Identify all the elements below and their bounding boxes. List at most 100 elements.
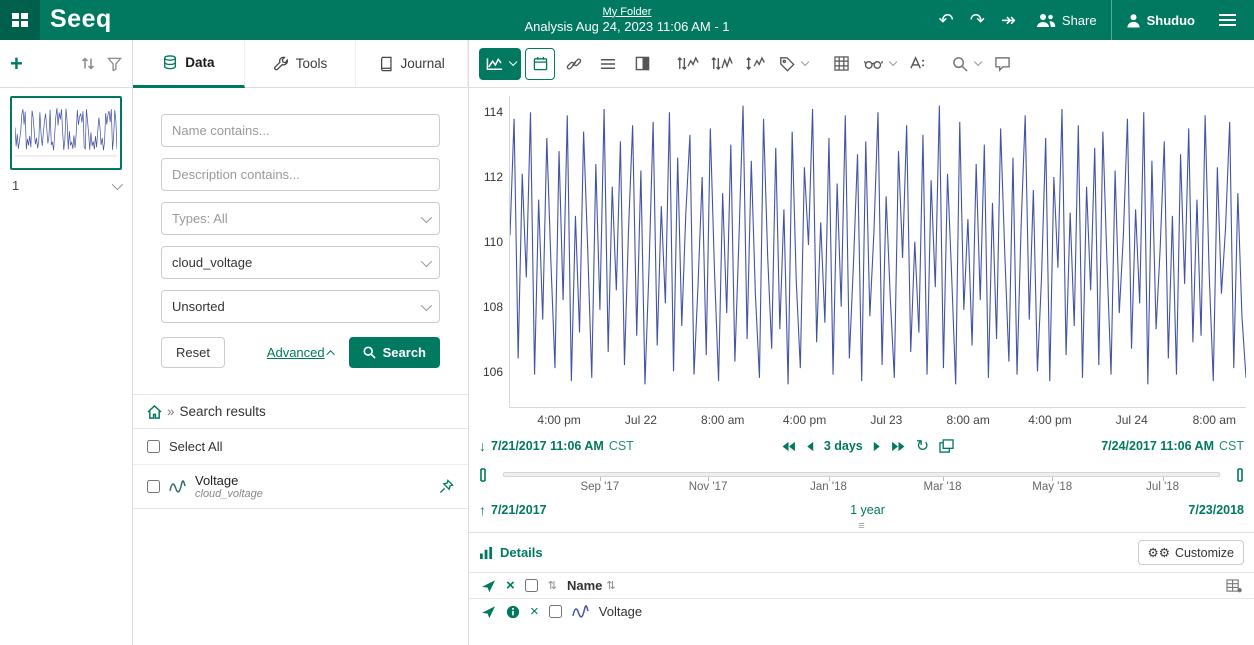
apps-grid-icon: [11, 11, 29, 29]
breadcrumb[interactable]: My Folder: [603, 6, 652, 19]
compare-view-button[interactable]: [627, 48, 657, 80]
reorder-worksheets-icon[interactable]: [81, 56, 95, 71]
zoom-button[interactable]: [948, 48, 983, 80]
trend-chart[interactable]: 106108110112114 4:00 pmJul 228:00 am4:00…: [469, 88, 1254, 430]
user-menu[interactable]: Shuduo: [1116, 0, 1205, 40]
name-column-header[interactable]: Name: [567, 578, 602, 593]
timeline-track[interactable]: [503, 472, 1220, 477]
sort-select-value: Unsorted: [172, 299, 225, 314]
investigate-icon[interactable]: [481, 605, 496, 619]
hamburger-menu-button[interactable]: [1209, 6, 1246, 34]
worksheet-sidebar: + 1: [0, 40, 133, 645]
chevron-down-icon: [509, 57, 517, 65]
step-forward-icon[interactable]: [873, 441, 881, 452]
share-button[interactable]: Share: [1026, 0, 1107, 40]
range-start-value[interactable]: 7/21/2017 11:06 AM: [491, 439, 604, 453]
advanced-link[interactable]: Advanced: [267, 345, 335, 360]
sort-icon[interactable]: ⇅: [606, 579, 615, 592]
undo-button[interactable]: ↶: [933, 7, 960, 33]
x-axis[interactable]: 4:00 pmJul 228:00 am4:00 pmJul 238:00 am…: [509, 408, 1246, 430]
add-worksheet-button[interactable]: +: [10, 54, 23, 74]
one-axis-button[interactable]: [707, 48, 737, 80]
calendar-button[interactable]: [525, 48, 555, 80]
chevron-down-icon: [421, 299, 432, 310]
asset-select[interactable]: cloud_voltage: [161, 246, 440, 279]
range-end-value[interactable]: 7/24/2017 11:06 AM: [1101, 439, 1214, 453]
list-item[interactable]: Voltage cloud_voltage: [133, 465, 468, 509]
filter-worksheets-icon[interactable]: [107, 57, 122, 71]
types-select[interactable]: Types: All: [161, 202, 440, 235]
search-results-header: » Search results: [133, 394, 468, 429]
labels-button[interactable]: [902, 48, 932, 80]
select-all-label: Select All: [169, 439, 222, 454]
header-checkbox[interactable]: [525, 579, 538, 592]
description-contains-input[interactable]: [161, 158, 440, 191]
refresh-icon[interactable]: ↻: [916, 436, 929, 456]
redo-button[interactable]: ↷: [964, 7, 991, 33]
select-all-checkbox[interactable]: [147, 440, 160, 453]
customize-button[interactable]: ⚙⚙ Customize: [1138, 540, 1244, 565]
tag-button[interactable]: [775, 48, 810, 80]
range-duration[interactable]: 3 days: [824, 439, 863, 453]
y-axis[interactable]: 106108110112114: [475, 96, 509, 408]
trend-toolbar: [469, 40, 1254, 88]
info-icon[interactable]: [506, 605, 520, 619]
labels-icon: [909, 56, 925, 71]
trend-panel: 106108110112114 4:00 pmJul 228:00 am4:00…: [469, 40, 1254, 645]
trend-view-button[interactable]: [479, 48, 521, 80]
chevron-down-icon[interactable]: [112, 178, 123, 189]
item-checkbox[interactable]: [147, 480, 160, 493]
sort-select[interactable]: Unsorted: [161, 290, 440, 323]
user-name: Shuduo: [1147, 13, 1195, 28]
investigate-duration[interactable]: 1 year: [547, 503, 1189, 517]
name-contains-input[interactable]: [161, 114, 440, 147]
step-back-icon[interactable]: [806, 441, 814, 452]
item-name: Voltage: [195, 473, 263, 488]
home-icon[interactable]: [147, 405, 162, 419]
dimming-button[interactable]: [860, 48, 898, 80]
step-back-full-icon[interactable]: [781, 441, 796, 452]
types-select-value: Types: All: [172, 211, 228, 226]
wrench-icon: [273, 56, 289, 72]
plot-area[interactable]: [509, 96, 1246, 408]
search-button[interactable]: Search: [349, 337, 440, 368]
chevron-down-icon: [421, 211, 432, 222]
table-row[interactable]: × Voltage: [469, 599, 1254, 624]
user-icon: [1126, 13, 1141, 28]
arrow-up-icon[interactable]: ↑: [479, 502, 486, 518]
arrow-down-icon[interactable]: ↓: [479, 438, 486, 454]
item-subtitle: cloud_voltage: [195, 488, 263, 500]
annotate-button[interactable]: [987, 48, 1017, 80]
trend-icon: [486, 57, 503, 71]
glasses-icon: [864, 58, 883, 70]
reset-button[interactable]: Reset: [161, 337, 225, 368]
tab-tools[interactable]: Tools: [245, 40, 357, 88]
details-list-button[interactable]: [593, 48, 623, 80]
investigate-start[interactable]: 7/21/2017: [491, 503, 547, 517]
worksheet-thumbnail[interactable]: [10, 96, 122, 170]
timeline-right-handle-icon[interactable]: [1228, 468, 1244, 482]
chevron-down-icon: [974, 57, 982, 65]
remove-item-icon[interactable]: ×: [530, 605, 539, 619]
forward-share-button[interactable]: ↠: [995, 7, 1022, 33]
tab-journal[interactable]: Journal: [356, 40, 468, 88]
tab-data[interactable]: Data: [133, 40, 245, 88]
investigate-end[interactable]: 7/23/2018: [1188, 503, 1244, 517]
remove-all-icon[interactable]: ×: [506, 579, 515, 593]
details-panel: Details ⚙⚙ Customize × ⇅ Name: [469, 532, 1254, 645]
auto-scale-button[interactable]: [741, 48, 771, 80]
panel-resize-grip[interactable]: ≡: [469, 520, 1254, 532]
investigate-icon[interactable]: [481, 579, 496, 593]
gridlines-button[interactable]: [826, 48, 856, 80]
pin-icon[interactable]: [439, 479, 454, 494]
link-button[interactable]: [559, 48, 589, 80]
row-checkbox[interactable]: [549, 605, 562, 618]
apps-grid-button[interactable]: [0, 0, 40, 40]
duplicate-range-icon[interactable]: [939, 439, 954, 453]
tag-icon: [779, 56, 795, 72]
sort-icon[interactable]: ⇅: [548, 579, 557, 592]
column-settings-icon[interactable]: [1226, 579, 1242, 593]
step-forward-full-icon[interactable]: [891, 441, 906, 452]
one-lane-button[interactable]: [673, 48, 703, 80]
timeline-left-handle-icon[interactable]: [479, 468, 495, 482]
